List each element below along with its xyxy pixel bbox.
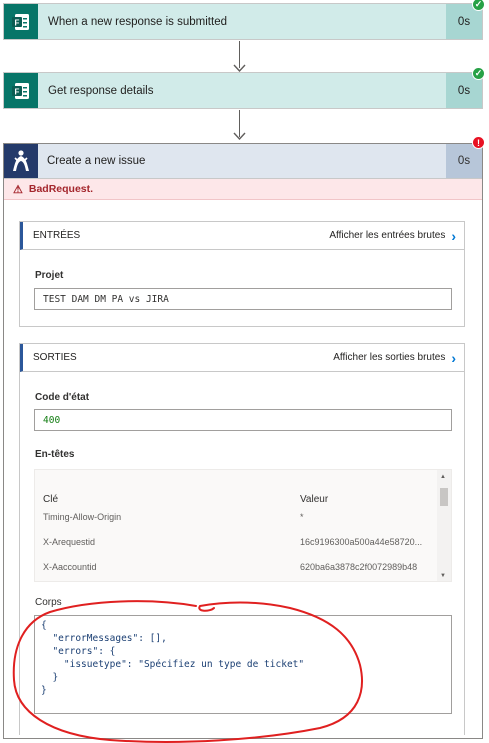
header-value: 16c9196300a500a44e58720...: [300, 537, 423, 547]
step-duration: 0s: [446, 144, 482, 178]
show-raw-outputs-link[interactable]: Afficher les sorties brutes ›: [333, 350, 456, 366]
headers-table[interactable]: Clé Valeur Timing-Allow-Origin * X-Arequ…: [34, 469, 452, 582]
body-label: Corps: [35, 597, 62, 608]
json-line: }: [41, 685, 47, 696]
step-create-issue: Create a new issue 0s ⚠ BadRequest. ENTR…: [3, 143, 483, 739]
arrow-down-icon: [233, 64, 246, 72]
exclamation-icon: !: [472, 136, 485, 149]
inputs-section: ENTRÉES Afficher les entrées brutes › Pr…: [19, 221, 465, 327]
show-raw-outputs-label: Afficher les sorties brutes: [333, 352, 446, 363]
check-icon: ✓: [472, 0, 485, 11]
json-line: "issuetype": "Spécifiez un type de ticke…: [41, 659, 305, 670]
warning-icon: ⚠: [13, 183, 23, 196]
project-label: Projet: [35, 270, 64, 281]
forms-icon: F: [4, 73, 38, 108]
body-json: { "errorMessages": [], "errors": { "issu…: [34, 615, 452, 714]
forms-icon: F: [4, 4, 38, 39]
arrow-down-icon: [233, 132, 246, 140]
step-title: When a new response is submitted: [48, 15, 227, 28]
json-line: "errors": {: [41, 646, 116, 657]
header-value: 620ba6a3878c2f0072989b48: [300, 562, 418, 572]
outputs-header: SORTIES Afficher les sorties brutes ›: [20, 344, 464, 372]
outputs-section: SORTIES Afficher les sorties brutes › Co…: [19, 343, 465, 735]
project-value: TEST DAM DM PA vs JIRA: [34, 288, 452, 310]
chevron-right-icon: ›: [451, 227, 456, 244]
header-key: X-Arequestid: [43, 537, 96, 547]
step-get-response-details[interactable]: F Get response details 0s: [3, 72, 483, 109]
jira-icon: [4, 144, 38, 178]
json-line: {: [41, 620, 47, 631]
json-line: }: [41, 672, 59, 683]
error-text: BadRequest.: [28, 183, 94, 195]
show-raw-inputs-link[interactable]: Afficher les entrées brutes ›: [329, 228, 456, 244]
inputs-heading: ENTRÉES: [33, 230, 81, 241]
svg-text:F: F: [15, 87, 20, 96]
show-raw-inputs-label: Afficher les entrées brutes: [329, 230, 446, 241]
header-value: *: [300, 512, 304, 522]
header-key: Timing-Allow-Origin: [43, 512, 122, 522]
inputs-header: ENTRÉES Afficher les entrées brutes ›: [20, 222, 464, 250]
scroll-thumb[interactable]: [440, 488, 448, 506]
headers-scrollbar[interactable]: ▲ ▼: [437, 470, 451, 581]
step-header[interactable]: Create a new issue 0s: [4, 144, 482, 179]
headers-label: En-têtes: [35, 449, 75, 460]
status-code-value: 400: [34, 409, 452, 431]
outputs-heading: SORTIES: [33, 352, 77, 363]
column-key: Clé: [43, 494, 59, 505]
column-value: Valeur: [300, 494, 329, 505]
header-key: X-Aaccountid: [43, 562, 97, 572]
scroll-down-icon[interactable]: ▼: [440, 573, 446, 579]
chevron-right-icon: ›: [451, 349, 456, 366]
step-new-response[interactable]: F When a new response is submitted 0s: [3, 3, 483, 40]
step-title: Create a new issue: [47, 155, 146, 167]
scroll-up-icon[interactable]: ▲: [440, 474, 446, 480]
status-code-label: Code d'état: [35, 392, 90, 403]
error-banner: ⚠ BadRequest.: [4, 179, 482, 200]
check-icon: ✓: [472, 67, 485, 80]
svg-text:F: F: [15, 18, 20, 27]
step-title: Get response details: [48, 84, 154, 97]
json-line: "errorMessages": [],: [41, 633, 167, 644]
